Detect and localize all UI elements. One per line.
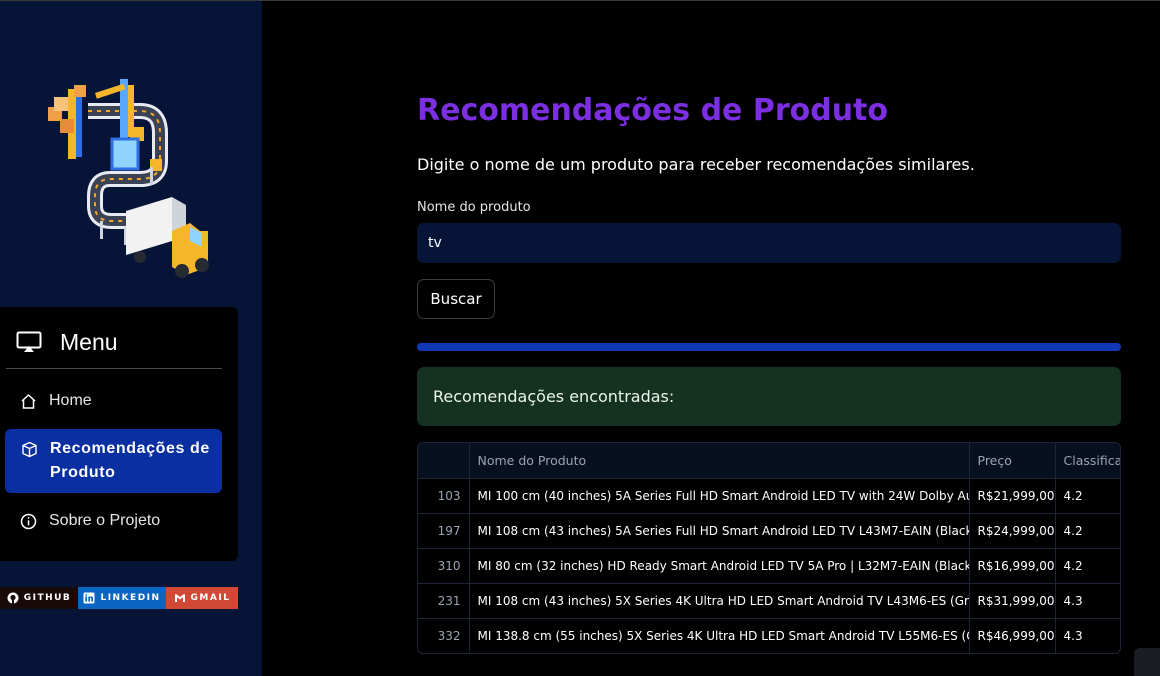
menu-item-label: Home — [49, 392, 92, 409]
table-row[interactable]: 310 MI 80 cm (32 inches) HD Ready Smart … — [418, 548, 1120, 584]
corner-widget[interactable] — [1134, 648, 1160, 676]
info-circle-icon — [20, 513, 37, 529]
row-index-cell: 332 — [418, 618, 470, 653]
column-header-index[interactable] — [418, 443, 470, 479]
gmail-badge-label: GMAIL — [190, 593, 231, 603]
page-subtitle: Digite o nome de um produto para receber… — [417, 155, 975, 174]
rating-cell: 4.2 — [1055, 513, 1120, 549]
row-index-cell: 310 — [418, 548, 470, 584]
rating-cell: 4.3 — [1055, 618, 1120, 653]
social-badges: GITHUB LINKEDIN GMAIL — [0, 587, 238, 609]
price-cell: R$16,999,00 — [969, 548, 1056, 584]
rating-cell: 4.2 — [1055, 478, 1120, 514]
linkedin-badge-label: LINKEDIN — [100, 593, 161, 603]
nav-menu: Menu Home Recomendações de Produto Sobre… — [0, 307, 238, 561]
product-name-cell: MI 108 cm (43 inches) 5A Series Full HD … — [469, 513, 970, 549]
table-row[interactable]: 197 MI 108 cm (43 inches) 5A Series Full… — [418, 513, 1120, 549]
menu-item-label: Sobre o Projeto — [49, 512, 161, 529]
row-index-cell: 197 — [418, 513, 470, 549]
product-name-cell: MI 100 cm (40 inches) 5A Series Full HD … — [469, 478, 970, 514]
product-name-cell: MI 138.8 cm (55 inches) 5X Series 4K Ult… — [469, 618, 970, 653]
table-row[interactable]: 231 MI 108 cm (43 inches) 5X Series 4K U… — [418, 583, 1120, 619]
menu-item-sobre[interactable]: Sobre o Projeto — [5, 507, 222, 535]
progress-fill — [417, 343, 1121, 351]
product-name-label: Nome do produto — [417, 200, 531, 215]
menu-item-recomendacoes[interactable]: Recomendações de Produto — [5, 429, 222, 493]
sidebar: Menu Home Recomendações de Produto Sobre… — [0, 1, 262, 676]
gmail-badge[interactable]: GMAIL — [166, 587, 238, 609]
price-cell: R$24,999,00 — [969, 513, 1056, 549]
product-name-cell: MI 80 cm (32 inches) HD Ready Smart Andr… — [469, 548, 970, 584]
column-header-rating[interactable]: Classificação — [1055, 443, 1120, 479]
column-header-name[interactable]: Nome do Produto — [469, 443, 970, 479]
cast-icon — [16, 331, 42, 352]
linkedin-badge[interactable]: LINKEDIN — [78, 587, 166, 609]
results-table[interactable]: Nome do Produto Preço Classificação 103 … — [417, 442, 1121, 654]
search-button[interactable]: Buscar — [417, 279, 495, 319]
menu-item-home[interactable]: Home — [5, 387, 222, 415]
page-title: Recomendações de Produto — [417, 93, 889, 128]
box-icon — [22, 441, 37, 458]
menu-title: Menu — [60, 328, 118, 355]
product-name-input[interactable] — [417, 223, 1121, 263]
results-grid: Nome do Produto Preço Classificação 103 … — [418, 443, 1120, 653]
rating-cell: 4.2 — [1055, 548, 1120, 584]
column-header-price[interactable]: Preço — [969, 443, 1056, 479]
table-row[interactable]: 332 MI 138.8 cm (55 inches) 5X Series 4K… — [418, 618, 1120, 653]
gmail-icon — [174, 594, 185, 602]
price-cell: R$21,999,00 — [969, 478, 1056, 514]
app-window: Menu Home Recomendações de Produto Sobre… — [0, 0, 1160, 676]
menu-header: Menu — [16, 325, 118, 359]
github-badge[interactable]: GITHUB — [0, 587, 78, 609]
menu-item-label: Recomendações de Produto — [50, 440, 210, 481]
price-cell: R$31,999,00 — [969, 583, 1056, 619]
row-index-cell: 103 — [418, 478, 470, 514]
success-message: Recomendações encontradas: — [433, 387, 675, 406]
github-icon — [7, 592, 19, 604]
factory-logo-icon — [48, 79, 209, 278]
progress-bar — [417, 343, 1121, 351]
linkedin-icon — [83, 592, 95, 604]
product-name-cell: MI 108 cm (43 inches) 5X Series 4K Ultra… — [469, 583, 970, 619]
success-alert: Recomendações encontradas: — [417, 367, 1121, 426]
price-cell: R$46,999,00 — [969, 618, 1056, 653]
row-index-cell: 231 — [418, 583, 470, 619]
rating-cell: 4.3 — [1055, 583, 1120, 619]
table-header-row: Nome do Produto Preço Classificação — [418, 443, 1120, 479]
github-badge-label: GITHUB — [23, 593, 72, 603]
table-row[interactable]: 103 MI 100 cm (40 inches) 5A Series Full… — [418, 478, 1120, 514]
menu-divider — [6, 368, 222, 369]
house-icon — [21, 393, 36, 409]
